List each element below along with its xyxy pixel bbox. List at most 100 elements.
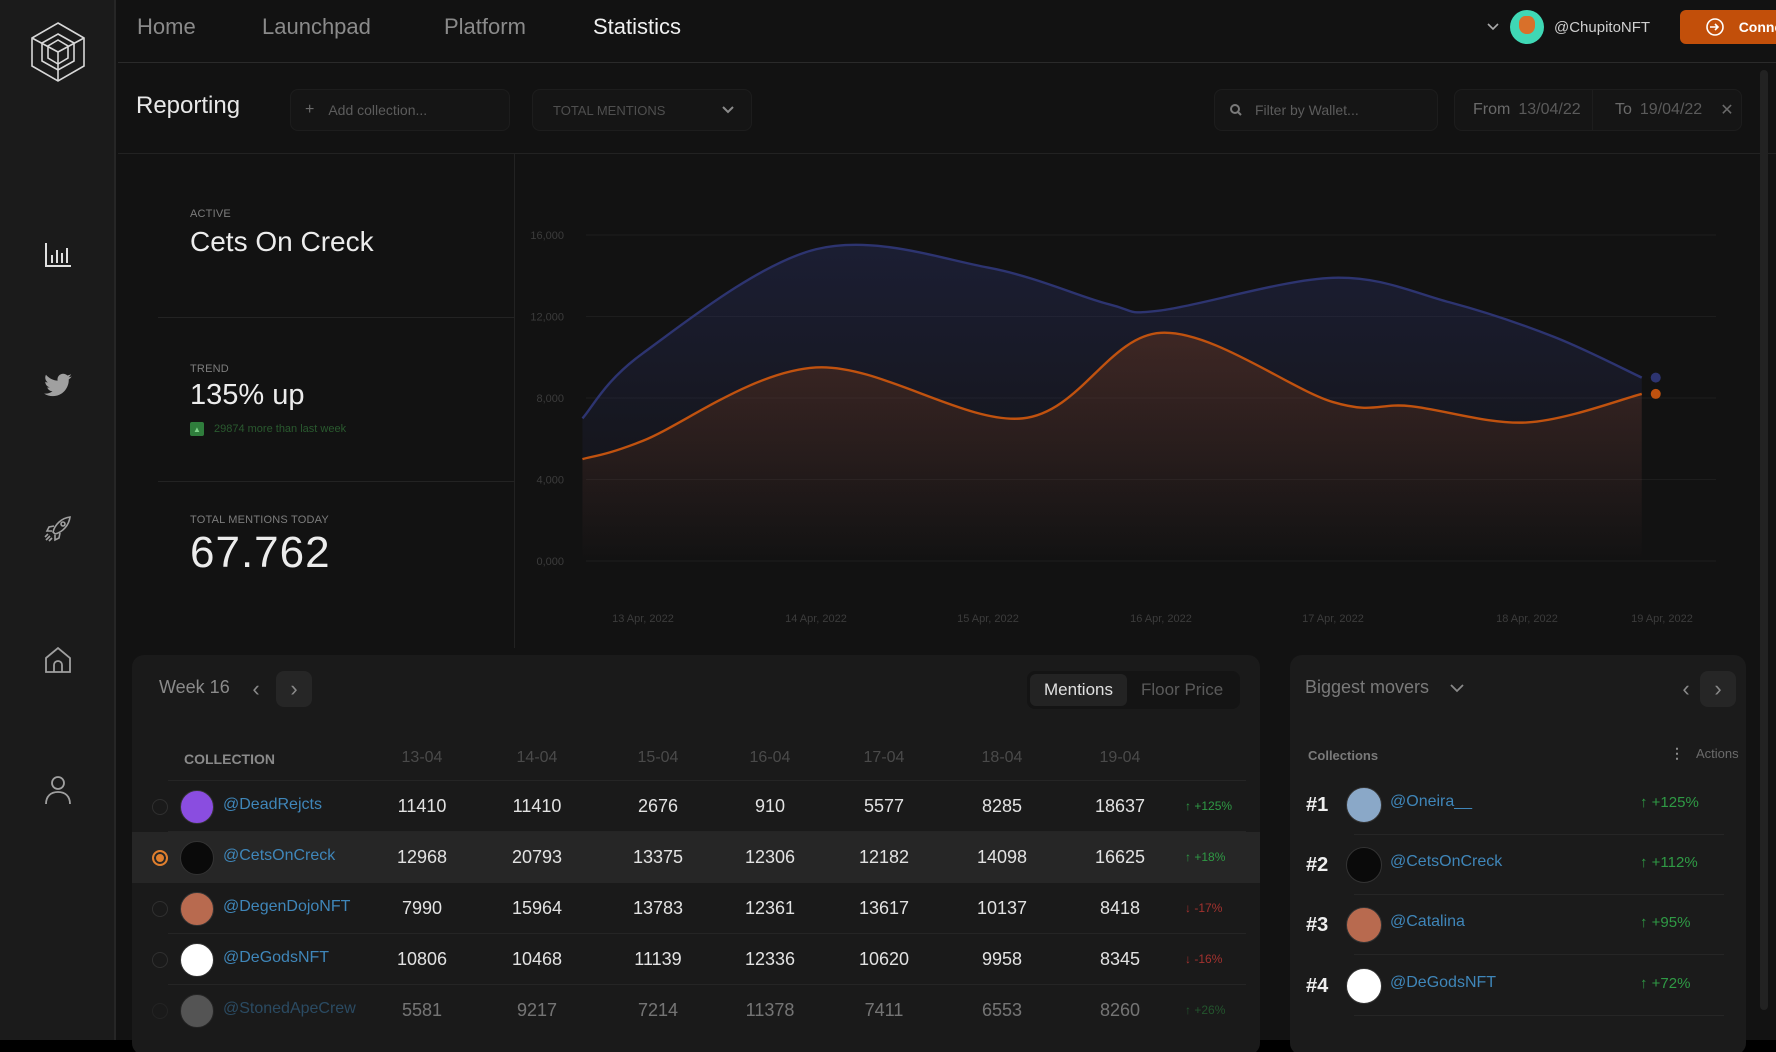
table-cell: 14098 bbox=[976, 847, 1028, 867]
trend-note: 29874 more than last week bbox=[214, 423, 347, 435]
table-cell: 20793 bbox=[511, 847, 563, 867]
change-value: +26% bbox=[1194, 1003, 1226, 1017]
home-icon[interactable] bbox=[38, 640, 78, 680]
user-avatar bbox=[1510, 10, 1544, 44]
nav-platform[interactable]: Platform bbox=[444, 14, 526, 40]
table-cell: 12361 bbox=[744, 898, 796, 918]
y-tick-label: 0,000 bbox=[536, 556, 564, 568]
table-row[interactable]: @DeGodsNFT 10806 10468 11139 12336 10620 9958 8… bbox=[132, 934, 1260, 985]
collection-handle[interactable]: @DegenDojoNFT bbox=[223, 898, 350, 916]
mover-rank: #1 bbox=[1306, 794, 1329, 816]
table-cell: 10137 bbox=[976, 898, 1028, 918]
mover-item[interactable]: #2 @CetsOnCreck ↑ +112% bbox=[1290, 835, 1746, 895]
table-row[interactable]: @StonedApeCrew 5581 9217 7214 11378 7411 6553 8… bbox=[132, 985, 1260, 1036]
mover-item[interactable]: #3 @Catalina ↑ +95% bbox=[1290, 895, 1746, 955]
row-select-radio[interactable] bbox=[152, 799, 168, 815]
add-collection-input[interactable] bbox=[328, 102, 499, 118]
row-select-radio[interactable] bbox=[152, 850, 168, 866]
mover-change: ↑ +125% bbox=[1640, 794, 1699, 811]
prev-week-button[interactable]: ‹ bbox=[238, 671, 274, 707]
collection-avatar bbox=[180, 790, 214, 824]
table-cell: 12968 bbox=[396, 847, 448, 867]
collection-avatar bbox=[180, 892, 214, 926]
mover-handle[interactable]: @CetsOnCreck bbox=[1390, 853, 1502, 871]
movers-collections-label: Collections bbox=[1308, 748, 1379, 763]
movers-title: Biggest movers bbox=[1305, 677, 1430, 697]
movers-actions-button[interactable]: ⋮ Actions bbox=[1670, 745, 1739, 762]
collection-handle[interactable]: @StonedApeCrew bbox=[223, 1000, 356, 1018]
chevron-down-icon bbox=[1487, 23, 1499, 31]
col-date: 19-04 bbox=[1099, 749, 1141, 766]
mover-item[interactable]: #4 @DeGodsNFT ↑ +72% bbox=[1290, 956, 1746, 1016]
arrow-up-icon: ↑ bbox=[1185, 1003, 1191, 1017]
collection-handle[interactable]: @CetsOnCreck bbox=[223, 847, 335, 865]
logo-icon[interactable] bbox=[28, 20, 88, 84]
mover-divider bbox=[1354, 954, 1724, 955]
nav-home[interactable]: Home bbox=[137, 14, 196, 40]
table-row[interactable]: @DegenDojoNFT 7990 15964 13783 12361 13617 101… bbox=[132, 883, 1260, 934]
table-cell: 9217 bbox=[516, 1000, 558, 1020]
active-collection: Cets On Creck bbox=[190, 226, 374, 257]
clear-date-icon[interactable]: ✕ bbox=[1720, 100, 1733, 120]
mover-item[interactable]: #1 @Oneira__ ↑ +125% bbox=[1290, 775, 1746, 835]
connect-wallet-button[interactable]: Connect Wallet bbox=[1680, 10, 1776, 44]
app-frame: Home Launchpad Platform Statistics @Chup… bbox=[0, 0, 1776, 1052]
tab-floor-price[interactable]: Floor Price bbox=[1127, 674, 1237, 706]
row-select-radio[interactable] bbox=[152, 952, 168, 968]
table-cell: 16625 bbox=[1094, 847, 1146, 867]
x-tick-label: 15 Apr, 2022 bbox=[957, 613, 1019, 625]
collection-handle[interactable]: @DeGodsNFT bbox=[223, 949, 329, 967]
table-cell: 13783 bbox=[632, 898, 684, 918]
row-select-radio[interactable] bbox=[152, 901, 168, 917]
biggest-movers-card: Biggest movers ‹ › Collections ⋮ Actions… bbox=[1290, 655, 1746, 1052]
table-row[interactable]: @CetsOnCreck 12968 20793 13375 12306 12182 140… bbox=[132, 832, 1260, 883]
sidebar bbox=[0, 0, 116, 1040]
change-badge: ↓ -16% bbox=[1185, 952, 1222, 966]
mover-handle[interactable]: @Oneira__ bbox=[1390, 793, 1472, 811]
row-select-radio[interactable] bbox=[152, 1003, 168, 1019]
table-cell: 12182 bbox=[858, 847, 910, 867]
change-badge: ↓ -17% bbox=[1185, 901, 1222, 915]
mover-handle[interactable]: @Catalina bbox=[1390, 913, 1465, 931]
x-tick-label: 14 Apr, 2022 bbox=[785, 613, 847, 625]
date-from[interactable]: From 13/04/22 bbox=[1455, 90, 1593, 130]
nav-statistics[interactable]: Statistics bbox=[593, 14, 681, 40]
movers-prev-button[interactable]: ‹ bbox=[1668, 671, 1704, 707]
x-tick-label: 13 Apr, 2022 bbox=[612, 613, 674, 625]
table-cell: 6553 bbox=[981, 1000, 1023, 1020]
arrow-up-icon: ↑ bbox=[1640, 854, 1648, 871]
collection-handle[interactable]: @DeadRejcts bbox=[223, 796, 322, 814]
user-icon[interactable] bbox=[38, 770, 78, 810]
mover-change: ↑ +112% bbox=[1640, 854, 1698, 871]
twitter-icon[interactable] bbox=[38, 366, 78, 406]
y-tick-label: 12,000 bbox=[530, 312, 564, 324]
arrow-up-icon: ↑ bbox=[1640, 794, 1648, 811]
wallet-filter-input[interactable] bbox=[1255, 102, 1425, 118]
movers-dropdown[interactable]: Biggest movers bbox=[1305, 677, 1465, 698]
top-nav: Home Launchpad Platform Statistics @Chup… bbox=[118, 0, 1776, 63]
change-value: -17% bbox=[1194, 901, 1223, 915]
date-from-label: From bbox=[1473, 101, 1511, 118]
nav-launchpad[interactable]: Launchpad bbox=[262, 14, 371, 40]
table-row[interactable]: @DeadRejcts 11410 11410 2676 910 5577 8285 1863… bbox=[132, 781, 1260, 832]
table-cell: 8285 bbox=[981, 796, 1023, 816]
bar-chart-icon[interactable] bbox=[38, 235, 78, 275]
wallet-filter-field[interactable] bbox=[1214, 89, 1438, 131]
date-to[interactable]: To 19/04/22 ✕ bbox=[1593, 90, 1741, 130]
next-week-button[interactable]: › bbox=[276, 671, 312, 707]
movers-next-button[interactable]: › bbox=[1700, 671, 1736, 707]
add-collection-field[interactable]: + bbox=[290, 89, 510, 131]
rocket-icon[interactable] bbox=[38, 509, 78, 549]
user-menu[interactable]: @ChupitoNFT bbox=[1486, 10, 1650, 44]
trend-up-icon: ▲ bbox=[190, 422, 204, 436]
metric-select[interactable]: TOTAL MENTIONS bbox=[532, 89, 752, 131]
x-tick-label: 18 Apr, 2022 bbox=[1496, 613, 1558, 625]
change-value: +125% bbox=[1194, 799, 1233, 813]
col-collection: COLLECTION bbox=[184, 751, 275, 767]
mover-handle[interactable]: @DeGodsNFT bbox=[1390, 974, 1496, 992]
divider bbox=[158, 481, 515, 482]
week-label: Week 16 bbox=[159, 677, 230, 697]
tab-mentions[interactable]: Mentions bbox=[1030, 674, 1127, 706]
scrollbar[interactable] bbox=[1760, 70, 1768, 1010]
change-value: +18% bbox=[1194, 850, 1226, 864]
